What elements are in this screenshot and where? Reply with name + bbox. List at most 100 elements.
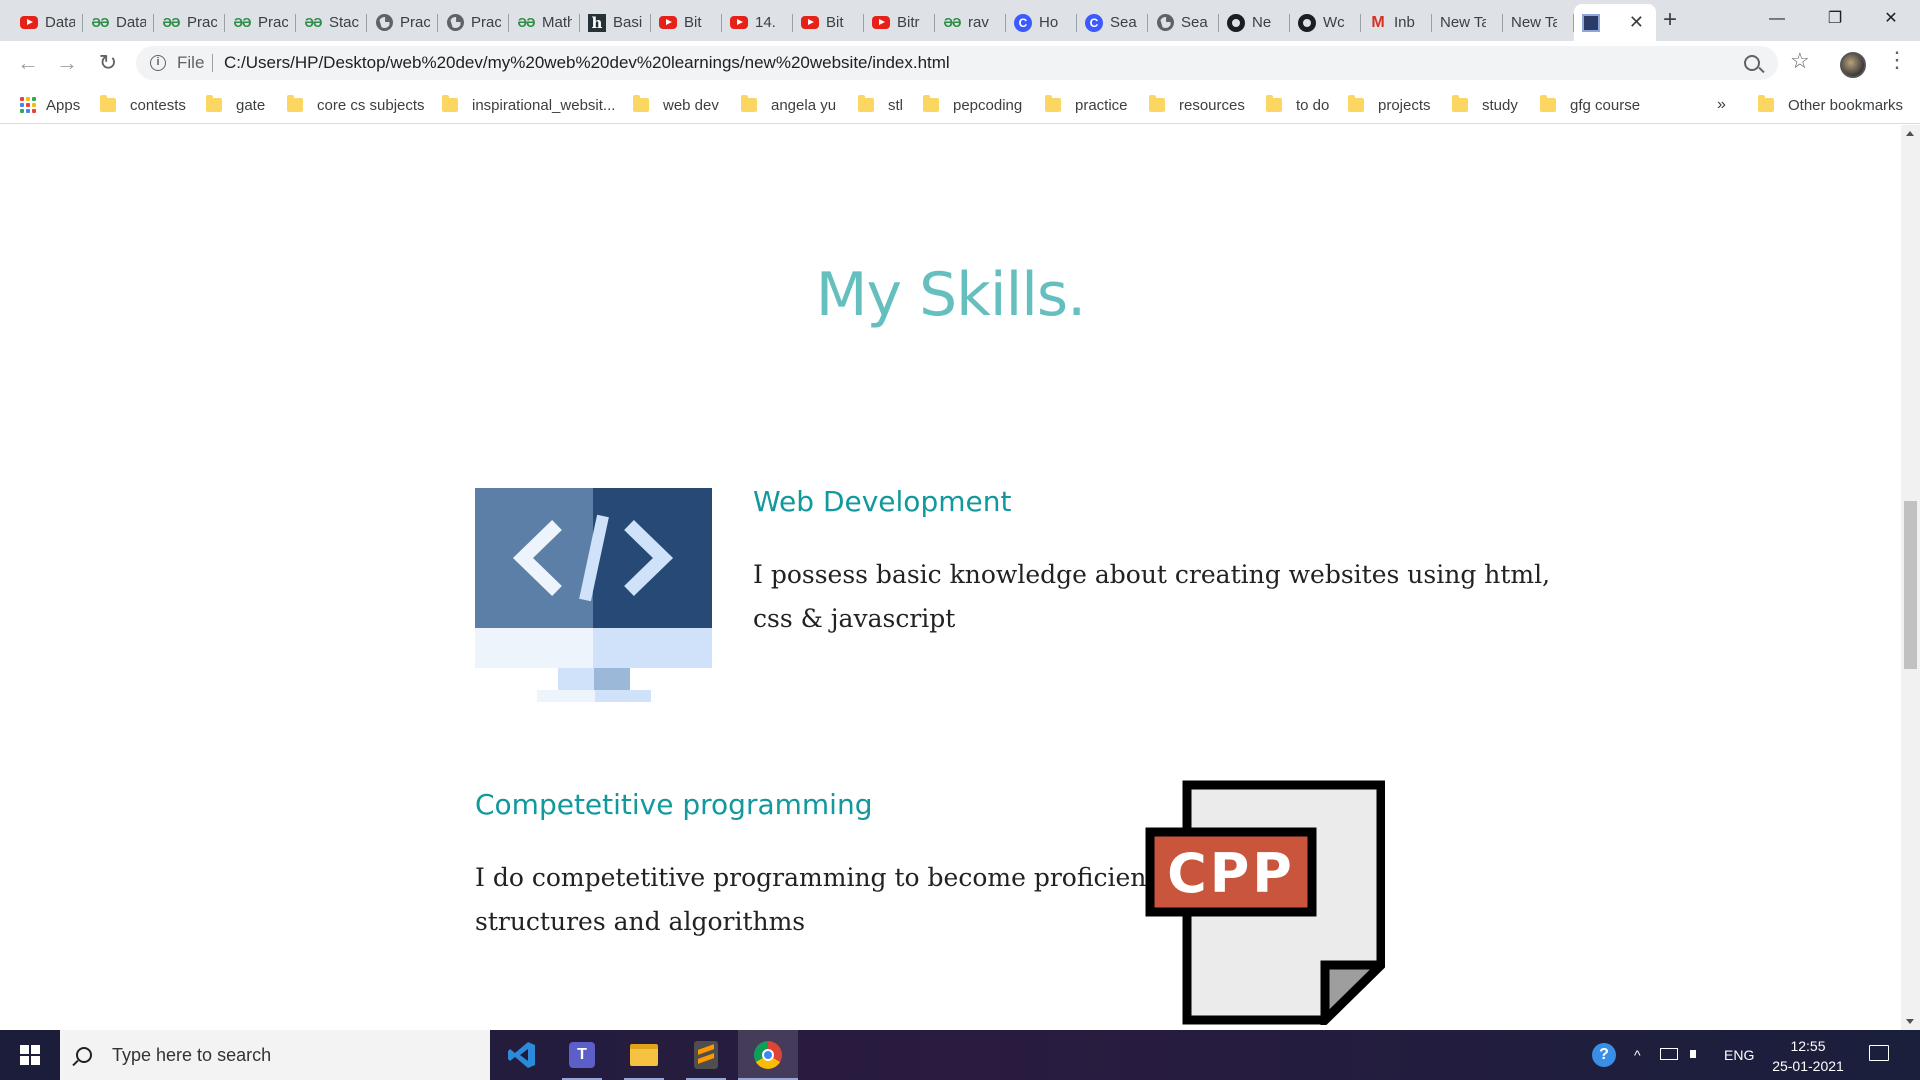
folder-icon [206,95,222,112]
gfg-favicon-icon: ƏƏ [517,15,536,30]
windows-logo-icon [20,1045,40,1065]
bookmark-folder[interactable]: gate [206,95,265,115]
bookmark-folder[interactable]: contests [100,95,186,115]
web-development-image [475,488,712,702]
tab[interactable]: ƏƏ Data [83,4,154,41]
zoom-icon[interactable] [1744,55,1760,71]
new-tab-button[interactable]: + [1656,6,1684,34]
tab-list: Data ƏƏ Data ƏƏ Prac ƏƏ Prac ƏƏ Stac Prac Prac ƏƏ Ma… [12,4,1656,41]
clock-time: 12:55 [1790,1038,1826,1054]
tab[interactable]: Bit [651,4,722,41]
bookmarks-overflow-button[interactable]: » [1717,95,1726,115]
menu-icon[interactable]: ⋮ [1886,49,1908,71]
tab[interactable]: ƏƏ rav [935,4,1006,41]
vscode-taskbar-button[interactable] [492,1030,552,1080]
scroll-thumb[interactable] [1904,501,1917,669]
sublime-text-taskbar-button[interactable] [676,1030,736,1080]
cpp-file-image: CPP [1145,780,1385,1025]
tab[interactable]: Prac [367,4,438,41]
tab[interactable]: ƏƏ Prac [225,4,296,41]
bookmark-folder[interactable]: gfg course [1540,95,1640,115]
start-button[interactable] [0,1030,60,1080]
tab[interactable]: Bit [793,4,864,41]
tab[interactable]: h Basi [580,4,651,41]
reload-button[interactable]: ↻ [92,47,124,79]
taskbar-search[interactable]: Type here to search [60,1030,490,1080]
address-bar[interactable]: i File C:/Users/HP/Desktop/web%20dev/my%… [136,46,1778,80]
search-placeholder: Type here to search [112,1044,272,1065]
profile-avatar[interactable] [1840,52,1866,78]
chrome-taskbar-button[interactable] [738,1030,798,1080]
bookmark-folder[interactable]: angela yu [741,95,836,115]
bookmark-label: study [1482,96,1518,114]
close-tab-icon[interactable]: ✕ [1629,12,1644,33]
tab[interactable]: Bitr [864,4,935,41]
page-scrollbar[interactable] [1901,125,1920,1030]
notifications-icon[interactable] [1869,1045,1889,1061]
tab[interactable]: 14. [722,4,793,41]
folder-icon [100,95,116,112]
search-icon [76,1047,92,1063]
help-icon[interactable]: ? [1592,1043,1616,1067]
tab[interactable]: Wc [1290,4,1361,41]
tab[interactable]: ƏƏ Math [509,4,580,41]
folder-icon [923,95,939,112]
forward-button[interactable]: → [51,47,83,79]
close-window-button[interactable]: ✕ [1862,0,1920,41]
file-explorer-taskbar-button[interactable] [614,1030,674,1080]
battery-icon[interactable] [1660,1048,1678,1060]
tab-active[interactable]: ✕ [1574,4,1656,41]
tab[interactable]: Ne [1219,4,1290,41]
folder-icon [858,95,874,112]
tab[interactable]: ƏƏ Stac [296,4,367,41]
tab[interactable]: C Ho [1006,4,1077,41]
tab[interactable]: C Sea [1077,4,1148,41]
tab[interactable]: Prac [438,4,509,41]
bookmark-folder[interactable]: web dev [633,95,719,115]
bookmark-apps[interactable]: Apps [20,95,80,115]
tab-label: New Ta [1511,14,1557,31]
bookmark-label: angela yu [771,96,837,114]
minimize-button[interactable]: — [1748,0,1806,41]
bookmark-label: pepcoding [953,96,1023,114]
bookmark-folder[interactable]: practice [1045,95,1128,115]
file-fold-icon [1320,960,1385,1025]
tab[interactable]: ƏƏ Prac [154,4,225,41]
tab-label: New Ta [1440,14,1486,31]
tab[interactable]: Sea [1148,4,1219,41]
bookmark-star-icon[interactable]: ☆ [1790,48,1810,74]
tab[interactable]: M Inb [1361,4,1432,41]
bookmark-folder[interactable]: inspirational_websit... [442,95,615,115]
skill-text-web-development-line1: I possess basic knowledge about creating… [753,560,1551,589]
bookmark-folder[interactable]: resources [1149,95,1245,115]
url-text[interactable]: C:/Users/HP/Desktop/web%20dev/my%20web%2… [224,53,950,73]
bookmark-folder[interactable]: stl [858,95,903,115]
bookmark-folder[interactable]: core cs subjects [287,95,425,115]
info-icon[interactable]: i [150,55,166,71]
bookmark-folder[interactable]: projects [1348,95,1431,115]
hackerrank-favicon-icon: h [588,13,606,32]
bookmark-folder[interactable]: pepcoding [923,95,1022,115]
bookmark-label: gfg course [1570,96,1641,114]
tab-label: Stac [329,14,359,31]
tab[interactable]: Data [12,4,83,41]
teams-taskbar-button[interactable]: T [552,1030,612,1080]
back-button[interactable]: ← [12,47,44,79]
tray-chevron-icon[interactable]: ^ [1634,1030,1641,1080]
taskbar-clock[interactable]: 12:55 25-01-2021 [1766,1036,1850,1076]
language-indicator[interactable]: ENG [1724,1030,1754,1080]
volume-icon[interactable] [1690,1046,1708,1062]
other-bookmarks[interactable]: Other bookmarks [1758,95,1903,115]
tab-label: Data [45,14,75,31]
maximize-button[interactable]: ❐ [1806,0,1864,41]
scroll-down-arrow-icon[interactable] [1906,1019,1914,1024]
bookmark-folder[interactable]: study [1452,95,1518,115]
tab[interactable]: New Ta [1503,4,1574,41]
tab[interactable]: New Ta [1432,4,1503,41]
bookmark-label: stl [888,96,903,114]
tab-label: Inb [1394,14,1415,31]
folder-icon [442,95,458,112]
folder-icon [1045,95,1061,112]
bookmark-folder[interactable]: to do [1266,95,1329,115]
scroll-up-arrow-icon[interactable] [1906,131,1914,136]
